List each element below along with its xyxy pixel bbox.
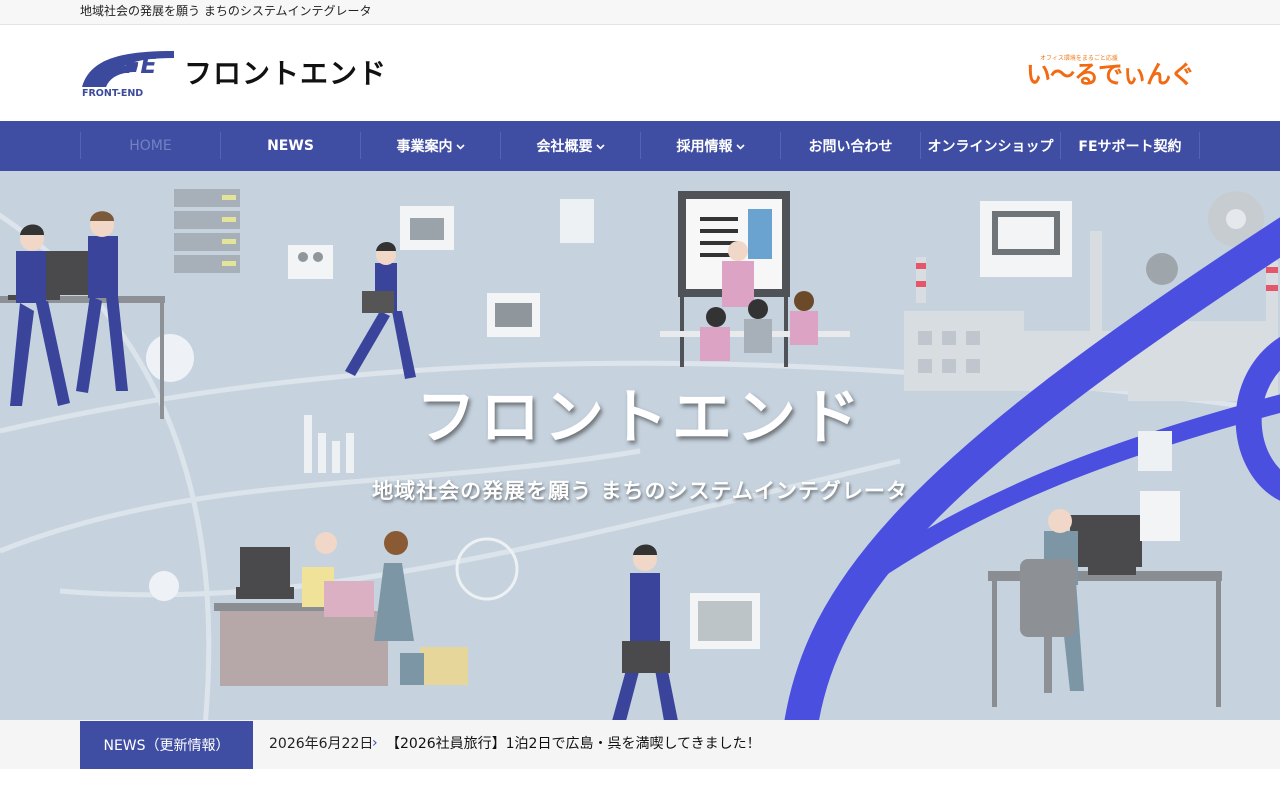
- news-ticker: NEWS（更新情報） 2026年6月22日 › 【2026社員旅行】1泊2日で広…: [0, 720, 1280, 769]
- hero-subtitle: 地域社会の発展を願う まちのシステムインテグレータ: [372, 479, 908, 503]
- nav-item-contact[interactable]: お問い合わせ: [780, 132, 920, 159]
- nav-list: HOME NEWS 事業案内 会社概要 採用情報 お問い合わせ オンラインショッ…: [80, 132, 1200, 159]
- nav-label: お問い合わせ: [808, 138, 893, 155]
- nav-label: HOME: [129, 137, 172, 154]
- hero-banner: フロントエンド 地域社会の発展を願う まちのシステムインテグレータ: [0, 171, 1280, 720]
- news-label: NEWS（更新情報）: [80, 721, 253, 769]
- hero-title: フロントエンド: [416, 383, 864, 453]
- partner-name: い〜るでぃんぐ: [1026, 60, 1195, 89]
- chevron-down-icon: [595, 138, 605, 154]
- nav-label: 事業案内: [396, 138, 453, 155]
- site-tagline: 地域社会の発展を願う まちのシステムインテグレータ: [80, 4, 372, 18]
- nav-item-home[interactable]: HOME: [80, 132, 220, 159]
- logo-wordmark: フロントエンド: [184, 57, 388, 90]
- nav-item-recruit[interactable]: 採用情報: [640, 132, 780, 159]
- nav-item-fe-support[interactable]: FEサポート契約: [1060, 132, 1200, 159]
- news-date: 2026年6月22日: [269, 736, 374, 752]
- logo-subtext: FRONT-END: [82, 88, 144, 99]
- news-headline-link[interactable]: 【2026社員旅行】1泊2日で広島・呉を満喫してきました！: [386, 736, 761, 753]
- nav-label: 会社概要: [536, 138, 593, 155]
- chevron-right-icon: ›: [372, 735, 378, 751]
- nav-item-services[interactable]: 事業案内: [360, 132, 500, 159]
- main-navigation: HOME NEWS 事業案内 会社概要 採用情報 お問い合わせ オンラインショッ…: [0, 121, 1280, 171]
- chevron-down-icon: [455, 138, 465, 154]
- nav-item-online-shop[interactable]: オンラインショップ: [920, 132, 1060, 159]
- logo-mark-text: FE: [124, 51, 157, 79]
- chevron-down-icon: [735, 138, 745, 154]
- nav-label: NEWS: [267, 137, 314, 154]
- nav-label: オンラインショップ: [927, 138, 1054, 155]
- nav-item-news[interactable]: NEWS: [220, 132, 360, 159]
- top-bar: 地域社会の発展を願う まちのシステムインテグレータ: [0, 0, 1280, 25]
- nav-item-company[interactable]: 会社概要: [500, 132, 640, 159]
- partner-logo-ilding[interactable]: オフィス環境をまるごと応援 い〜るでぃんぐ: [1024, 53, 1195, 93]
- fe-logo-mark: FE FRONT-END: [80, 49, 176, 99]
- nav-label: FEサポート契約: [1078, 138, 1182, 155]
- fe-swoosh-icon: FE: [82, 51, 174, 87]
- nav-label: 採用情報: [676, 138, 733, 155]
- company-logo[interactable]: FE FRONT-END フロントエンド: [80, 49, 392, 99]
- server-rack-icon: [174, 189, 240, 273]
- site-header: FE FRONT-END フロントエンド オフィス環境をまるごと応援 い〜るでぃ…: [0, 25, 1280, 121]
